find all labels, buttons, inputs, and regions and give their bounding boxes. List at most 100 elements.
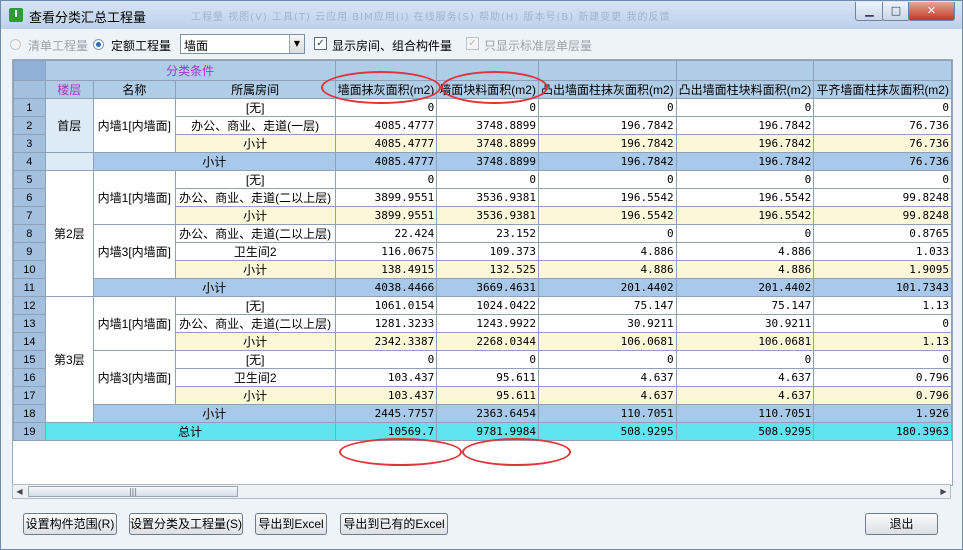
- row-number[interactable]: 6: [13, 188, 46, 207]
- value-cell: 0: [675, 224, 815, 243]
- subtotal-label: 小计: [174, 134, 336, 153]
- row-number[interactable]: 2: [13, 116, 46, 135]
- minimize-button[interactable]: ▁: [855, 2, 884, 21]
- value-cell: 0.796: [813, 386, 952, 405]
- header-name[interactable]: 名称: [92, 80, 176, 99]
- set-range-button[interactable]: 设置构件范围(R): [23, 513, 117, 535]
- row-number[interactable]: 18: [13, 404, 46, 423]
- close-button[interactable]: ✕: [908, 2, 955, 21]
- value-cell: 0.8765: [813, 224, 952, 243]
- header-wall-tile-area[interactable]: 墙面块料面积(m2): [436, 80, 539, 99]
- row-number[interactable]: 13: [13, 314, 46, 333]
- title-bar[interactable]: I 查看分类汇总工程量 工程量 视图(V) 工具(T) 云应用 BIM应用(I)…: [1, 1, 962, 29]
- header-flush-column-plaster-area[interactable]: 平齐墙面柱抹灰面积(m2): [813, 80, 952, 99]
- value-cell: 3899.9551: [334, 188, 438, 207]
- value-cell: 95.611: [436, 386, 539, 405]
- scroll-left-icon[interactable]: ◀: [13, 485, 26, 498]
- header-floor[interactable]: 楼层: [44, 80, 94, 99]
- row-number[interactable]: 7: [13, 206, 46, 225]
- room-cell: [无]: [174, 98, 336, 117]
- std-floor-checkbox[interactable]: ✓: [466, 37, 479, 50]
- row-number[interactable]: 5: [13, 170, 46, 189]
- scrollbar-thumb[interactable]: |||: [28, 486, 238, 497]
- row-number[interactable]: 14: [13, 332, 46, 351]
- room-cell: 办公、商业、走道(二以上层): [174, 314, 336, 333]
- show-rooms-checkbox[interactable]: ✓: [314, 37, 327, 50]
- maximize-button[interactable]: □: [882, 2, 910, 21]
- table-row[interactable]: 18 小计 2445.7757 2363.6454 110.7051 110.7…: [13, 404, 952, 423]
- value-cell: 1.13: [813, 296, 952, 315]
- room-cell: 办公、商业、走道(二以上层): [174, 188, 336, 207]
- component-cell: 内墙1[内墙面]: [92, 296, 176, 351]
- export-existing-excel-button[interactable]: 导出到已有的Excel: [340, 513, 448, 535]
- row-number[interactable]: 19: [13, 422, 46, 441]
- value-cell: 0: [813, 350, 952, 369]
- value-cell: 4.637: [537, 386, 677, 405]
- radio-bill-quantity[interactable]: [10, 39, 21, 50]
- value-cell: 0: [675, 350, 815, 369]
- row-number[interactable]: 17: [13, 386, 46, 405]
- component-type-value: 墙面: [184, 39, 209, 53]
- component-type-select[interactable]: 墙面 ▼: [180, 34, 305, 54]
- condition-header: 分类条件: [44, 60, 336, 81]
- header-column-plaster-area[interactable]: 凸出墙面柱抹灰面积(m2): [537, 80, 677, 99]
- window-title: 查看分类汇总工程量: [29, 10, 147, 25]
- value-cell: 22.424: [334, 224, 438, 243]
- value-cell: 3748.8899: [436, 152, 539, 171]
- app-logo-icon: I: [9, 8, 23, 22]
- value-cell: 76.736: [813, 152, 952, 171]
- table-row[interactable]: 5 第2层 内墙1[内墙面] [无] 0 0 0 0 0: [13, 170, 952, 297]
- value-cell: 138.4915: [334, 260, 438, 279]
- total-row[interactable]: 19 总计 10569.7 9781.9984 508.9295 508.929…: [13, 422, 952, 441]
- row-number[interactable]: 16: [13, 368, 46, 387]
- radio-quota-quantity[interactable]: [93, 39, 104, 50]
- value-cell: 1.033: [813, 242, 952, 261]
- header-column-tile-area[interactable]: 凸出墙面柱块料面积(m2): [675, 80, 815, 99]
- value-cell: 30.9211: [675, 314, 815, 333]
- row-number[interactable]: 10: [13, 260, 46, 279]
- horizontal-scrollbar[interactable]: ◀ ||| ▶: [12, 484, 951, 499]
- row-number[interactable]: 4: [13, 152, 46, 171]
- background-menu-ghost: 工程量 视图(V) 工具(T) 云应用 BIM应用(I) 在线服务(S) 帮助(…: [191, 12, 671, 23]
- value-cell: 1.13: [813, 332, 952, 351]
- table-row[interactable]: 8 内墙3[内墙面] 办公、商业、走道(二以上层) 22.424 23.152 …: [13, 224, 952, 279]
- row-number[interactable]: 3: [13, 134, 46, 153]
- table-row[interactable]: 11 小计 4038.4466 3669.4631 201.4402 201.4…: [13, 278, 952, 297]
- value-cell: 4.886: [537, 242, 677, 261]
- row-number[interactable]: 1: [13, 98, 46, 117]
- value-cell: 1061.0154: [334, 296, 438, 315]
- value-cell: 99.8248: [813, 206, 952, 225]
- room-cell: [无]: [174, 170, 336, 189]
- quantity-grid[interactable]: 分类条件 楼层 名称 所属房间 墙面抹灰面积(m2) 墙面块料面积(m2) 凸出…: [12, 59, 953, 486]
- value-cell: 196.7842: [537, 116, 677, 135]
- value-cell: 4.637: [675, 368, 815, 387]
- value-cell: 3748.8899: [436, 134, 539, 153]
- row-number[interactable]: 8: [13, 224, 46, 243]
- row-number[interactable]: 9: [13, 242, 46, 261]
- table-row[interactable]: 4 小计 4085.4777 3748.8899 196.7842 196.78…: [13, 152, 952, 171]
- row-number[interactable]: 11: [13, 278, 46, 297]
- table-row[interactable]: 1 首层 内墙1[内墙面] [无] 0 0 0 0 0: [13, 98, 952, 153]
- scroll-right-icon[interactable]: ▶: [937, 485, 950, 498]
- set-class-button[interactable]: 设置分类及工程量(S): [129, 513, 243, 535]
- value-cell: 4085.4777: [334, 152, 438, 171]
- value-cell: 106.0681: [537, 332, 677, 351]
- value-cell: 0: [537, 170, 677, 189]
- chevron-down-icon[interactable]: ▼: [289, 35, 304, 53]
- row-number[interactable]: 15: [13, 350, 46, 369]
- value-cell: 95.611: [436, 368, 539, 387]
- subtotal-label: 小计: [174, 260, 336, 279]
- export-excel-button[interactable]: 导出到Excel: [255, 513, 327, 535]
- row-number[interactable]: 12: [13, 296, 46, 315]
- value-cell: 201.4402: [537, 278, 677, 297]
- component-cell: 内墙3[内墙面]: [92, 350, 176, 405]
- exit-button[interactable]: 退出: [865, 513, 938, 535]
- value-cell: 2268.0344: [436, 332, 539, 351]
- header-room[interactable]: 所属房间: [174, 80, 336, 99]
- value-cell: 0: [436, 170, 539, 189]
- table-row[interactable]: 15 内墙3[内墙面] [无] 0 0 0 0 0: [13, 350, 952, 405]
- radio-bill-label: 清单工程量: [28, 39, 89, 53]
- table-row[interactable]: 12 第3层 内墙1[内墙面] [无] 1061.0154 1024.0422 …: [13, 296, 952, 423]
- floor-subtotal-label: 小计: [92, 278, 336, 297]
- header-wall-plaster-area[interactable]: 墙面抹灰面积(m2): [334, 80, 438, 99]
